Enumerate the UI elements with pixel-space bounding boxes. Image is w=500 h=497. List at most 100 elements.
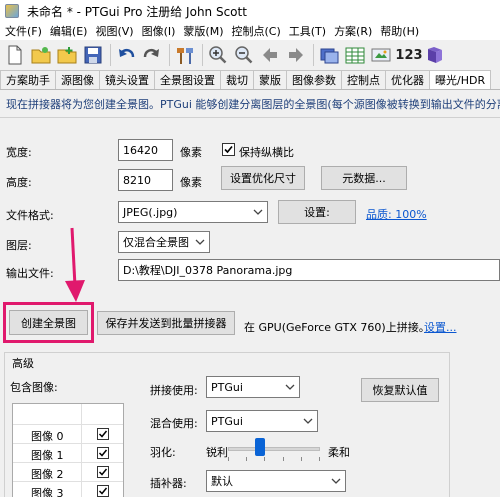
tab-lens-settings[interactable]: 镜头设置 xyxy=(99,70,155,89)
keep-ratio-label: 保持纵横比 xyxy=(239,146,294,159)
tab-project-assistant[interactable]: 方案助手 xyxy=(0,70,56,89)
feather-slider-ticks xyxy=(228,457,320,461)
check-icon xyxy=(98,487,108,495)
check-icon xyxy=(98,468,108,476)
menu-edit[interactable]: 编辑(E) xyxy=(46,23,92,39)
arrow-left-icon[interactable] xyxy=(258,43,282,67)
chevron-down-icon xyxy=(195,239,205,245)
interpolator-select[interactable]: 默认 xyxy=(206,470,346,492)
redo-icon[interactable] xyxy=(140,43,164,67)
table-row[interactable]: 图像 1 xyxy=(13,443,123,462)
info-text: 现在拼接器将为您创建全景图。PTGui 能够创建分离图层的全景图(每个源图像被转… xyxy=(6,98,500,111)
check-icon xyxy=(224,145,233,154)
arrow-right-icon[interactable] xyxy=(284,43,308,67)
check-icon xyxy=(98,430,108,438)
annotation-arrow xyxy=(65,227,85,302)
table-editor-icon[interactable] xyxy=(343,43,367,67)
quality-link[interactable]: 品质: 100% xyxy=(366,206,427,222)
format-settings-button[interactable]: 设置: xyxy=(278,200,356,224)
zoom-in-icon[interactable] xyxy=(206,43,230,67)
chevron-down-icon xyxy=(331,478,341,484)
keep-ratio-checkbox[interactable] xyxy=(222,143,235,156)
divider xyxy=(0,117,500,118)
tab-exposure-hdr[interactable]: 曝光/HDR xyxy=(429,70,492,89)
add-images-icon[interactable] xyxy=(55,43,79,67)
width-unit: 像素 xyxy=(180,146,202,159)
tab-mask[interactable]: 蒙版 xyxy=(253,70,287,89)
height-unit: 像素 xyxy=(180,176,202,189)
menu-tools[interactable]: 工具(T) xyxy=(285,23,330,39)
title-bar: 未命名 * - PTGui Pro 注册给 John Scott xyxy=(0,0,500,22)
table-row[interactable]: 图像 2 xyxy=(13,462,123,481)
tab-bar: 方案助手 源图像 镜头设置 全景图设置 裁切 蒙版 图像参数 控制点 优化器 曝… xyxy=(0,70,500,90)
image-name: 图像 3 xyxy=(31,487,64,497)
detail-viewer-icon[interactable] xyxy=(369,43,393,67)
feather-slider-track[interactable] xyxy=(228,447,320,451)
include-checkbox[interactable] xyxy=(97,428,109,440)
output-file-label: 输出文件: xyxy=(6,267,54,280)
file-format-label: 文件格式: xyxy=(6,209,54,222)
include-checkbox[interactable] xyxy=(97,447,109,459)
send-to-batch-button[interactable]: 保存并发送到批量拼接器 xyxy=(97,311,235,335)
interpolator-value: 默认 xyxy=(211,475,233,488)
include-checkbox[interactable] xyxy=(97,485,109,497)
open-folder-icon[interactable] xyxy=(29,43,53,67)
zoom-out-icon[interactable] xyxy=(232,43,256,67)
chevron-down-icon xyxy=(285,384,295,390)
tab-crop[interactable]: 裁切 xyxy=(220,70,254,89)
output-file-input[interactable]: D:\教程\DJI_0378 Panorama.jpg xyxy=(118,259,500,281)
tab-control-points[interactable]: 控制点 xyxy=(341,70,386,89)
table-row[interactable]: 图像 3 xyxy=(13,481,123,497)
tab-image-parameters[interactable]: 图像参数 xyxy=(286,70,342,89)
menu-file[interactable]: 文件(F) xyxy=(0,23,46,39)
height-input[interactable]: 8210 xyxy=(118,169,173,191)
feather-label: 羽化: xyxy=(150,446,176,459)
gpu-status-text: 在 GPU(GeForce GTX 760)上拼接。 xyxy=(244,321,430,334)
numeric-transform-button[interactable]: 123 xyxy=(395,48,423,63)
blend-value: PTGui xyxy=(211,414,243,428)
chevron-down-icon xyxy=(253,209,263,215)
advanced-group-title: 高级 xyxy=(10,355,36,371)
menu-project[interactable]: 方案(R) xyxy=(330,23,376,39)
toolbar-separator xyxy=(169,44,170,66)
include-checkbox[interactable] xyxy=(97,466,109,478)
image-name: 图像 1 xyxy=(31,449,64,462)
create-panorama-button[interactable]: 创建全景图 xyxy=(9,310,88,335)
interpolator-label: 插补器: xyxy=(150,477,187,490)
table-row[interactable]: 图像 0 xyxy=(13,424,123,443)
save-icon[interactable] xyxy=(81,43,105,67)
feather-soft-label: 柔和 xyxy=(328,446,350,459)
tab-source-images[interactable]: 源图像 xyxy=(55,70,100,89)
menu-control-points[interactable]: 控制点(C) xyxy=(227,23,284,39)
stitcher-label: 拼接使用: xyxy=(150,384,198,397)
width-input[interactable]: 16420 xyxy=(118,139,173,161)
help-book-icon[interactable] xyxy=(423,43,447,67)
menu-bar: 文件(F) 编辑(E) 视图(V) 图像(I) 蒙版(M) 控制点(C) 工具(… xyxy=(0,22,500,40)
chevron-down-icon xyxy=(303,418,313,424)
gpu-settings-link[interactable]: 设置... xyxy=(424,319,457,335)
file-format-select[interactable]: JPEG(.jpg) xyxy=(118,201,268,223)
menu-images[interactable]: 图像(I) xyxy=(138,23,180,39)
stitcher-select[interactable]: PTGui xyxy=(206,376,300,398)
optimize-size-button[interactable]: 设置优化尺寸 xyxy=(221,166,305,190)
undo-icon[interactable] xyxy=(114,43,138,67)
menu-help[interactable]: 帮助(H) xyxy=(376,23,423,39)
feather-slider-thumb[interactable] xyxy=(255,438,265,456)
tab-optimizer[interactable]: 优化器 xyxy=(385,70,430,89)
menu-view[interactable]: 视图(V) xyxy=(91,23,137,39)
feather-sharp-label: 锐利 xyxy=(206,446,228,459)
layers-value: 仅混合全景图 xyxy=(123,236,189,249)
blend-select[interactable]: PTGui xyxy=(206,410,318,432)
metadata-button[interactable]: 元数据... xyxy=(321,166,407,190)
panorama-editor-icon[interactable] xyxy=(317,43,341,67)
restore-defaults-button[interactable]: 恢复默认值 xyxy=(361,378,439,402)
image-name: 图像 0 xyxy=(31,430,64,443)
window-title: 未命名 * - PTGui Pro 注册给 John Scott xyxy=(27,4,247,19)
menu-mask[interactable]: 蒙版(M) xyxy=(179,23,227,39)
toolbar-separator xyxy=(313,44,314,66)
tools-hammer-icon[interactable] xyxy=(173,43,197,67)
new-file-icon[interactable] xyxy=(3,43,27,67)
tab-panorama-settings[interactable]: 全景图设置 xyxy=(154,70,221,89)
layers-select[interactable]: 仅混合全景图 xyxy=(118,231,210,253)
image-name: 图像 2 xyxy=(31,468,64,481)
